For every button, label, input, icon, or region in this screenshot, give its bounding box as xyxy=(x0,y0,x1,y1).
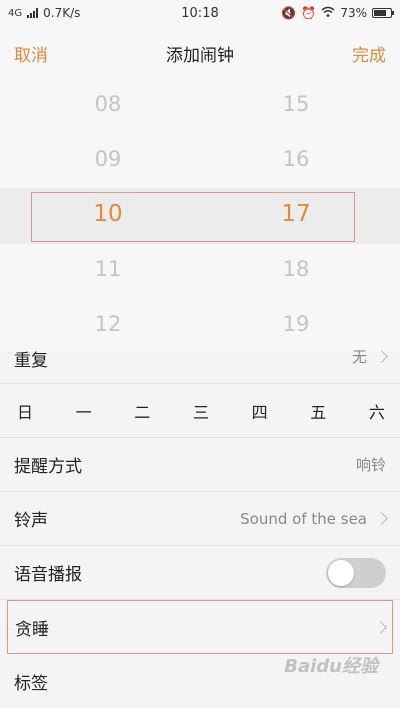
minute-option[interactable]: 16 xyxy=(236,147,356,171)
day-tue[interactable]: 二 xyxy=(131,399,153,423)
status-left: 4G 0.7K/s xyxy=(8,6,80,20)
day-sat[interactable]: 六 xyxy=(366,399,388,423)
status-bar: 4G 0.7K/s 10:18 🔇 ⏰ 73% xyxy=(0,0,400,26)
day-thu[interactable]: 四 xyxy=(249,399,271,423)
remind-mode-value: 响铃 xyxy=(355,456,386,474)
battery-icon xyxy=(372,8,394,18)
cancel-button[interactable]: 取消 xyxy=(14,41,48,66)
network-type: 4G xyxy=(8,7,23,19)
signal-icon xyxy=(27,8,39,18)
ringtone-value: Sound of the sea xyxy=(240,509,388,528)
ringtone-value-text: Sound of the sea xyxy=(240,509,367,528)
chevron-right-icon xyxy=(374,620,387,634)
mute-icon: 🔇 xyxy=(281,6,297,20)
header: 取消 添加闹钟 完成 xyxy=(0,26,400,80)
hour-option[interactable]: 09 xyxy=(48,147,168,171)
minute-option[interactable]: 15 xyxy=(236,92,356,116)
minute-option[interactable]: 18 xyxy=(236,257,356,281)
weekday-selector: 日 一 二 三 四 五 六 xyxy=(0,384,400,438)
voice-broadcast-row: 语音播报 xyxy=(0,546,400,600)
page-title: 添加闹钟 xyxy=(166,45,234,66)
watermark-logo: Baidu经验 xyxy=(284,656,378,677)
day-mon[interactable]: 一 xyxy=(73,399,95,423)
toggle-knob xyxy=(328,559,354,586)
wifi-icon xyxy=(321,6,335,20)
chevron-right-icon xyxy=(375,512,388,525)
remind-mode-row[interactable]: 提醒方式 响铃 xyxy=(0,438,400,492)
repeat-value-text: 无 xyxy=(351,348,367,366)
repeat-label: 重复 xyxy=(14,351,48,371)
repeat-value: 无 xyxy=(351,346,388,367)
voice-broadcast-label: 语音播报 xyxy=(14,565,82,585)
battery-percent: 73% xyxy=(340,6,367,20)
tag-label: 标签 xyxy=(14,673,48,694)
repeat-row[interactable]: 重复 无 xyxy=(0,348,400,384)
day-sun[interactable]: 日 xyxy=(14,399,36,423)
hour-option[interactable]: 08 xyxy=(48,92,168,116)
time-picker[interactable]: 08 09 10 11 12 15 16 17 18 19 xyxy=(0,80,400,352)
status-right: 🔇 ⏰ 73% xyxy=(281,6,394,20)
snooze-row[interactable]: 贪睡 xyxy=(7,600,393,654)
done-button[interactable]: 完成 xyxy=(352,41,386,66)
ringtone-row[interactable]: 铃声 Sound of the sea xyxy=(0,492,400,546)
snooze-label: 贪睡 xyxy=(15,619,49,640)
alarm-icon: ⏰ xyxy=(301,6,317,20)
ringtone-label: 铃声 xyxy=(14,511,48,531)
selection-highlight-box xyxy=(31,192,355,242)
day-fri[interactable]: 五 xyxy=(307,399,329,423)
network-speed: 0.7K/s xyxy=(43,6,81,20)
remind-mode-label: 提醒方式 xyxy=(14,457,82,477)
minute-option[interactable]: 19 xyxy=(236,312,356,336)
voice-broadcast-toggle[interactable] xyxy=(326,557,386,588)
hour-option[interactable]: 12 xyxy=(48,312,168,336)
hour-option[interactable]: 11 xyxy=(48,257,168,281)
chevron-right-icon xyxy=(375,350,388,363)
day-wed[interactable]: 三 xyxy=(190,399,212,423)
